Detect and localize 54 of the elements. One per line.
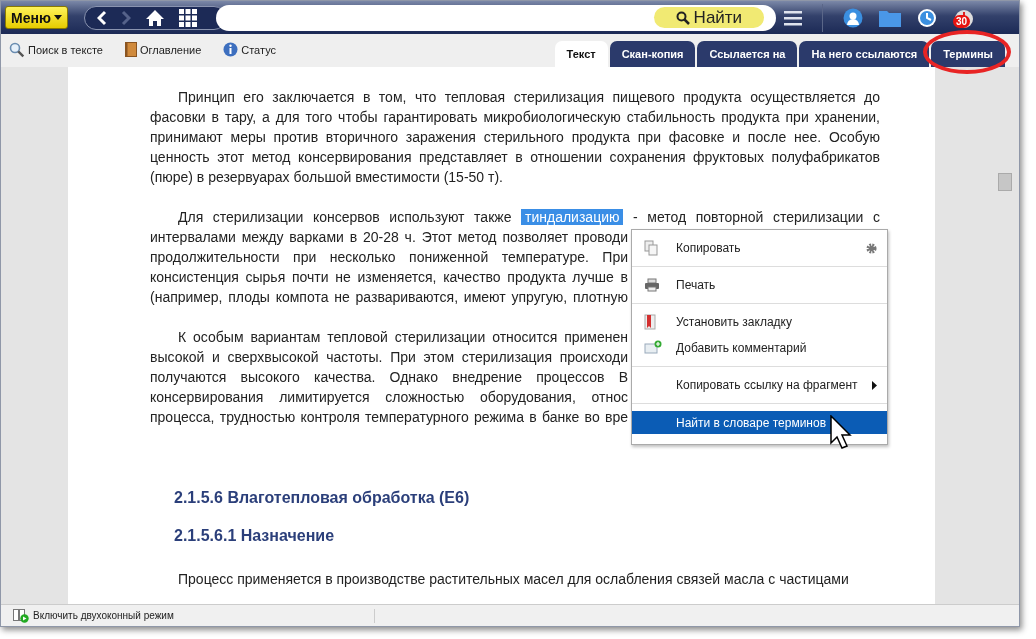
toolbar-item[interactable]: Оглавление: [124, 41, 202, 58]
tab[interactable]: Скан-копия: [609, 41, 696, 67]
text-line: принимают меры против вторичного заражения стерильного продукта при фасовке и после нее. Особую: [150, 128, 880, 147]
text-line: процесса, трудностью контроля температурного режима в банке во вре: [150, 408, 628, 427]
folder-icon[interactable]: [878, 8, 901, 27]
toolbar-item[interactable]: Статус: [223, 41, 277, 58]
caret-icon: [53, 15, 62, 20]
text-line: Для стерилизации консервов используют также тиндализацию - метод повторной стерилизации с: [177, 208, 880, 227]
dual-window-icon: [13, 608, 29, 623]
text-line: (пюре) в резервуарах большой вместимости (15-50 т).: [150, 168, 504, 187]
text-line: Процесс применяется в производстве растительных масел для ослабления связей масла с частицами: [177, 570, 850, 589]
info-icon: [223, 42, 239, 57]
text-line: консистенция сырья почти не изменяется, качество продукта лучше в: [150, 268, 628, 287]
text-line: интервалами между варками в 20-28 ч. Этот метод позволяет проводи: [150, 228, 628, 247]
home-icon[interactable]: [144, 8, 165, 27]
text-line: получаются высокого качества. Однако внедрение процессов В: [150, 368, 628, 387]
menu-item[interactable]: Печать: [632, 272, 887, 298]
bookmark-icon: [644, 314, 656, 330]
find-button[interactable]: Найти: [653, 7, 764, 28]
search-icon: [675, 10, 690, 25]
text-line: фасовки в тару, а для того чтобы гарантировать микробиологическую стабильность продукта при хранении,: [150, 108, 880, 127]
menu-icon[interactable]: [783, 9, 802, 26]
user-icon[interactable]: [842, 7, 863, 28]
text-line: (например, плоды компота не развариваются, имеют упругую, плотную: [150, 288, 628, 307]
text-line: К особым вариантам тепловой стерилизации относится применен: [177, 328, 628, 347]
text-line: Принцип его заключается в том, что тепловая стерилизация пищевого продукта осуществляется до: [177, 88, 880, 107]
tab[interactable]: Ссылается на: [697, 41, 798, 67]
text-line: консервирования лимитируется сложностью оборудования, относ: [150, 388, 628, 407]
section-heading: 2.1.5.6.1 Назначение: [174, 527, 336, 545]
copy-icon: [644, 240, 658, 256]
search-field[interactable]: Найти: [215, 4, 776, 31]
section-heading: 2.1.5.6 Влаготепловая обработка (Е6): [174, 489, 471, 507]
book-icon: [124, 42, 137, 57]
text-line: ценность этот метод консервирования представляет в отношении сохранения фруктовых полуфабрикатов: [150, 148, 880, 167]
clock-icon[interactable]: [916, 7, 937, 28]
comment-add-icon: [644, 340, 662, 356]
search-icon: [9, 41, 25, 58]
menu-item[interactable]: Копировать ссылку на фрагмент: [632, 372, 887, 398]
menu-item[interactable]: Установить закладку: [632, 309, 887, 335]
grid-icon[interactable]: [178, 8, 197, 27]
tab[interactable]: Текст: [554, 41, 608, 67]
scrollbar-thumb[interactable]: [998, 173, 1012, 191]
text-line: продолжительности при несколько пониженной температуре. При: [150, 248, 628, 267]
menu-button[interactable]: Меню: [5, 6, 68, 29]
tab[interactable]: Термины: [931, 41, 1005, 67]
menu-item[interactable]: Добавить комментарий: [632, 335, 887, 361]
tab[interactable]: На него ссылаются: [799, 41, 930, 67]
menu-item[interactable]: Копировать: [632, 235, 887, 261]
text-line: высокой и сверхвысокой частоты. При этом стерилизация происходи: [150, 348, 628, 367]
settings-icon[interactable]: [866, 242, 877, 254]
submenu-arrow-icon: [872, 380, 877, 390]
toolbar-item[interactable]: Поиск в тексте: [9, 41, 103, 58]
printer-icon: [644, 278, 660, 292]
back-icon[interactable]: [96, 9, 107, 26]
